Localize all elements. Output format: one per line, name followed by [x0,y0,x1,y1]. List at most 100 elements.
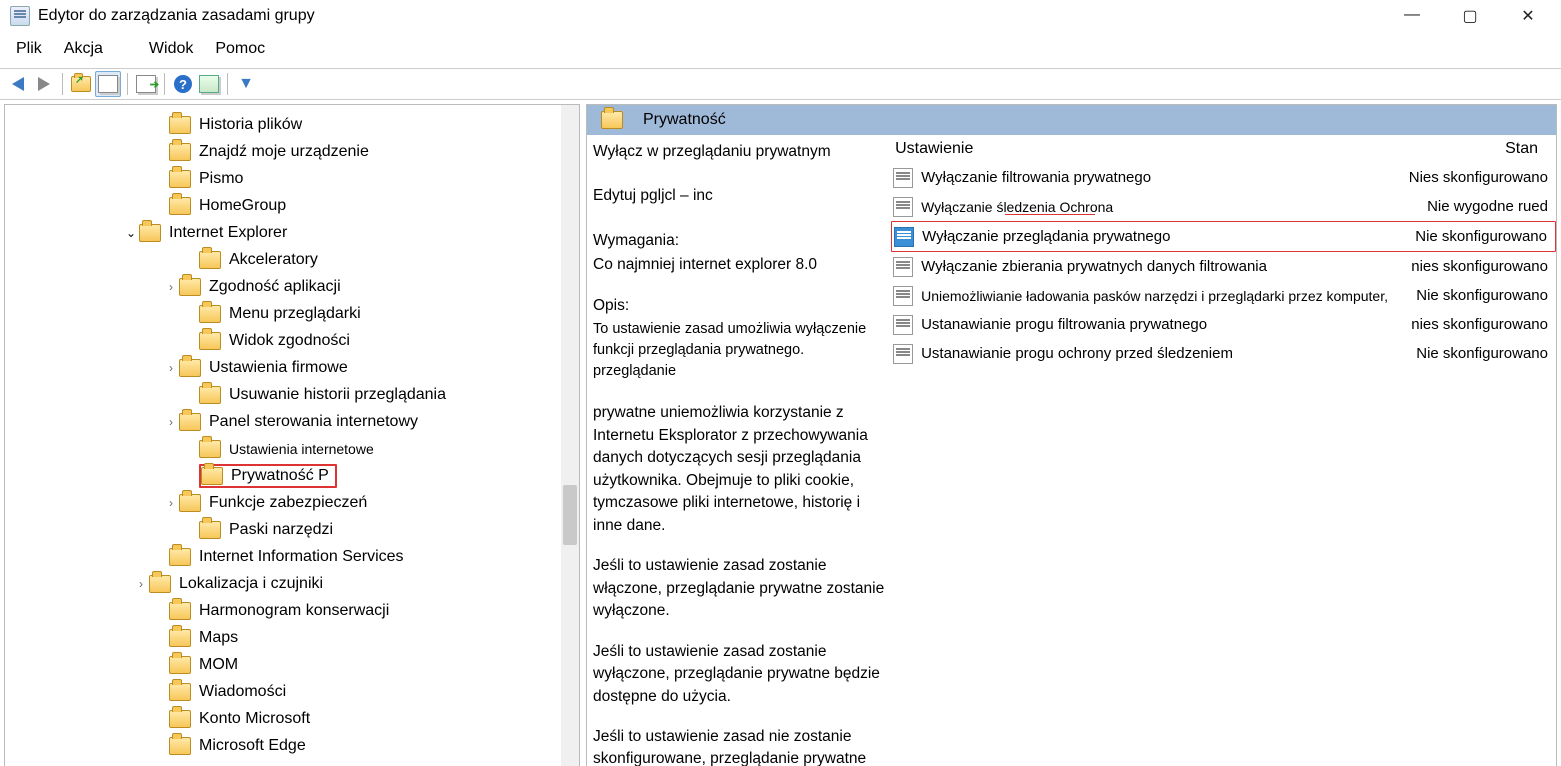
tree-item[interactable]: Internet Information Services [5,543,579,570]
chevron-icon[interactable]: ⌄ [123,226,139,240]
tree-item-label: Lokalizacja i czujniki [179,575,323,593]
col-state[interactable]: Stan [1388,140,1546,158]
tree-item[interactable]: Prywatność P [5,462,579,489]
tree-item[interactable]: ›Zgodność aplikacji [5,273,579,300]
setting-row[interactable]: Ustanawianie progu filtrowania prywatneg… [891,310,1556,339]
menu-file[interactable]: Plik [8,36,56,62]
tree-item-label: Panel sterowania internetowy [209,413,418,431]
tree-item[interactable]: Znajdź moje urządzenie [5,138,579,165]
options-button[interactable] [197,72,221,96]
properties-button[interactable] [95,71,121,97]
tree-pane[interactable]: Historia plikówZnajdź moje urządzeniePis… [4,104,580,766]
tree-item-label: Microsoft Edge [199,737,306,755]
back-button[interactable] [6,72,30,96]
settings-list: Ustawienie Stan Wyłączanie filtrowania p… [891,135,1556,766]
folder-up-icon: ↗ [71,76,91,92]
menu-view[interactable]: Widok [141,36,207,62]
tree-item[interactable]: Paski narzędzi [5,516,579,543]
folder-icon [199,251,221,269]
description-column: Wyłącz w przeglądaniu prywatnym Edytuj p… [587,135,891,766]
sheet-icon [98,75,118,93]
chevron-icon[interactable]: › [133,577,149,591]
tree-item[interactable]: Wiadomości [5,678,579,705]
chevron-icon[interactable]: › [163,415,179,429]
tree-item[interactable]: › Panel sterowania internetowy [5,408,579,435]
folder-icon [139,224,161,242]
setting-row[interactable]: Ustanawianie progu ochrony przed śledzen… [891,339,1556,368]
help-button[interactable]: ? [171,72,195,96]
setting-label: Wyłączanie przeglądania prywatnego [922,228,1387,245]
setting-icon [893,197,913,217]
minimize-button[interactable]: — [1397,6,1427,26]
chevron-icon[interactable]: › [163,280,179,294]
window-controls: — ▢ ✕ [1397,6,1555,26]
tree-item[interactable]: ⌄Internet Explorer [5,219,579,246]
tree-item-label: Harmonogram konserwacji [199,602,389,620]
tree-item[interactable]: Maps [5,624,579,651]
tree-item[interactable]: Ustawienia internetowe [5,435,579,462]
setting-icon [893,315,913,335]
tree-item[interactable]: Historia plików [5,111,579,138]
tree-item[interactable]: HomeGroup [5,192,579,219]
opis-3: Jeśli to ustawienie zasad zostanie włącz… [593,555,887,622]
setting-label: Wyłączanie zbierania prywatnych danych f… [921,258,1388,275]
scrollbar-thumb[interactable] [563,485,577,545]
setting-icon [893,257,913,277]
setting-row[interactable]: Wyłączanie przeglądania prywatnegoNie sk… [891,221,1556,252]
folder-icon [179,278,201,296]
setting-icon [894,227,914,247]
tree-item[interactable]: Konto Microsoft [5,705,579,732]
export-button[interactable]: ➔ [134,72,158,96]
tree-item-label: MOM [199,656,238,674]
folder-icon [199,305,221,323]
folder-icon [169,197,191,215]
folder-icon [169,737,191,755]
setting-row[interactable]: Wyłączanie zbierania prywatnych danych f… [891,252,1556,281]
selected-tree-item[interactable]: Prywatność P [199,464,337,488]
chevron-icon[interactable]: › [163,496,179,510]
menu-bar: Plik Akcja Widok Pomoc [0,32,1561,68]
folder-icon [179,359,201,377]
opis-5: Jeśli to ustawienie zasad nie zostanie s… [593,726,887,766]
setting-state: Nie skonfigurowano [1388,345,1556,362]
tree-item-label: Menu przeglądarki [229,305,361,323]
filter-button[interactable]: ▼ [234,72,258,96]
col-setting[interactable]: Ustawienie [891,140,1388,158]
setting-state: Nie skonfigurowano [1388,287,1556,304]
menu-action[interactable]: Akcja [56,36,117,62]
close-button[interactable]: ✕ [1513,6,1543,26]
edit-link[interactable]: Edytuj pgljcl – inc [593,185,887,207]
tree-item[interactable]: Microsoft Edge [5,732,579,759]
toolbar: ↗ ➔ ? ▼ [0,68,1561,100]
tree-item[interactable]: Menu przeglądarki [5,300,579,327]
details-header-title: Prywatność [643,111,726,129]
setting-row[interactable]: Uniemożliwianie ładowania pasków narzędz… [891,281,1556,310]
tree-item[interactable]: Usuwanie historii przeglądania [5,381,579,408]
tree-item[interactable]: Pismo [5,165,579,192]
setting-row[interactable]: Wyłączanie filtrowania prywatnegoNies sk… [891,163,1556,192]
folder-icon [199,521,221,539]
chevron-icon[interactable]: › [163,361,179,375]
tree-item-label: Ustawienia firmowe [209,359,348,377]
desc-title: Wyłącz w przeglądaniu prywatnym [593,141,887,163]
forward-button[interactable] [32,72,56,96]
setting-row[interactable]: Wyłączanie śledzenia OchronaNie wygodne … [891,192,1556,221]
tree-item-label: Ustawienia internetowe [229,441,374,457]
tree-item[interactable]: Widok zgodności [5,327,579,354]
tree-scrollbar[interactable] [561,105,579,766]
tree-item[interactable]: Akceleratory [5,246,579,273]
req-body: Co najmniej internet explorer 8.0 [593,254,887,276]
tree-item-label: Maps [199,629,238,647]
tree-item[interactable]: › Ustawienia firmowe [5,354,579,381]
tree-item[interactable]: MOM [5,651,579,678]
tree-item[interactable]: Harmonogram konserwacji [5,597,579,624]
tree-item-label: Paski narzędzi [229,521,333,539]
up-button[interactable]: ↗ [69,72,93,96]
annotation-underline [1005,214,1095,215]
folder-icon [149,575,171,593]
menu-help[interactable]: Pomoc [207,36,279,62]
setting-label: Ustanawianie progu filtrowania prywatneg… [921,316,1388,333]
tree-item[interactable]: › Lokalizacja i czujniki [5,570,579,597]
maximize-button[interactable]: ▢ [1455,6,1485,26]
tree-item[interactable]: ›Funkcje zabezpieczeń [5,489,579,516]
